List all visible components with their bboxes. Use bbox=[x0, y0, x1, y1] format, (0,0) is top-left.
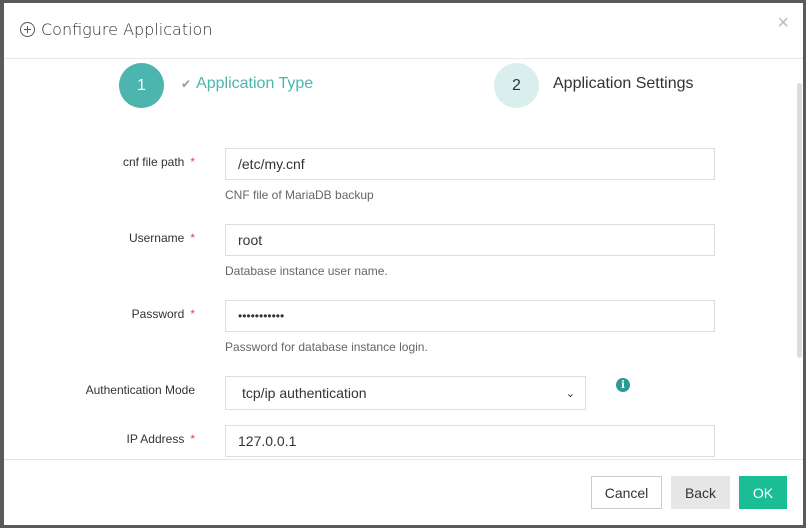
wizard-steps: 1 ✔ Application Type 2 Application Settin… bbox=[4, 62, 803, 112]
required-marker: * bbox=[190, 155, 195, 169]
password-label: Password * bbox=[131, 307, 195, 321]
chevron-down-icon: ⌄ bbox=[565, 387, 575, 400]
scrollbar[interactable] bbox=[797, 83, 802, 358]
back-button[interactable]: Back bbox=[671, 476, 730, 509]
step-2-circle: 2 bbox=[494, 63, 539, 108]
auth-mode-select[interactable]: tcp/ip authentication ⌄ bbox=[225, 376, 586, 410]
step-1-circle: 1 bbox=[119, 63, 164, 108]
auth-mode-label: Authentication Mode bbox=[85, 383, 195, 397]
step-1-label-text: Application Type bbox=[196, 75, 314, 92]
password-input[interactable]: ••••••••••• bbox=[225, 300, 715, 332]
step-1-label: ✔ Application Type bbox=[181, 75, 313, 93]
ip-address-label: IP Address * bbox=[126, 432, 196, 446]
dialog-title: Configure Application bbox=[20, 20, 212, 39]
auth-mode-value: tcp/ip authentication bbox=[242, 385, 367, 401]
step-2-label: Application Settings bbox=[553, 75, 694, 92]
cnf-path-help: CNF file of MariaDB backup bbox=[225, 188, 374, 202]
ip-address-input[interactable]: 127.0.0.1 bbox=[225, 425, 715, 457]
plus-circle-icon bbox=[20, 22, 35, 37]
cancel-button[interactable]: Cancel bbox=[591, 476, 662, 509]
required-marker: * bbox=[190, 307, 195, 321]
required-marker: * bbox=[190, 231, 195, 245]
username-label: Username * bbox=[128, 231, 195, 245]
info-icon[interactable]: i bbox=[616, 378, 630, 392]
cnf-path-label: cnf file path * bbox=[122, 155, 195, 169]
username-help: Database instance user name. bbox=[225, 264, 388, 278]
username-input[interactable]: root bbox=[225, 224, 715, 256]
required-marker: * bbox=[190, 432, 195, 446]
dialog-footer: Cancel Back OK bbox=[4, 459, 803, 525]
cnf-path-input[interactable]: /etc/my.cnf bbox=[225, 148, 715, 180]
close-icon[interactable]: × bbox=[777, 13, 789, 33]
configure-application-dialog: Configure Application × 1 ✔ Application T… bbox=[4, 3, 803, 525]
dialog-title-text: Configure Application bbox=[41, 20, 213, 39]
ok-button[interactable]: OK bbox=[739, 476, 787, 509]
password-help: Password for database instance login. bbox=[225, 340, 428, 354]
check-icon: ✔ bbox=[181, 77, 192, 91]
dialog-header: Configure Application × bbox=[4, 3, 803, 59]
